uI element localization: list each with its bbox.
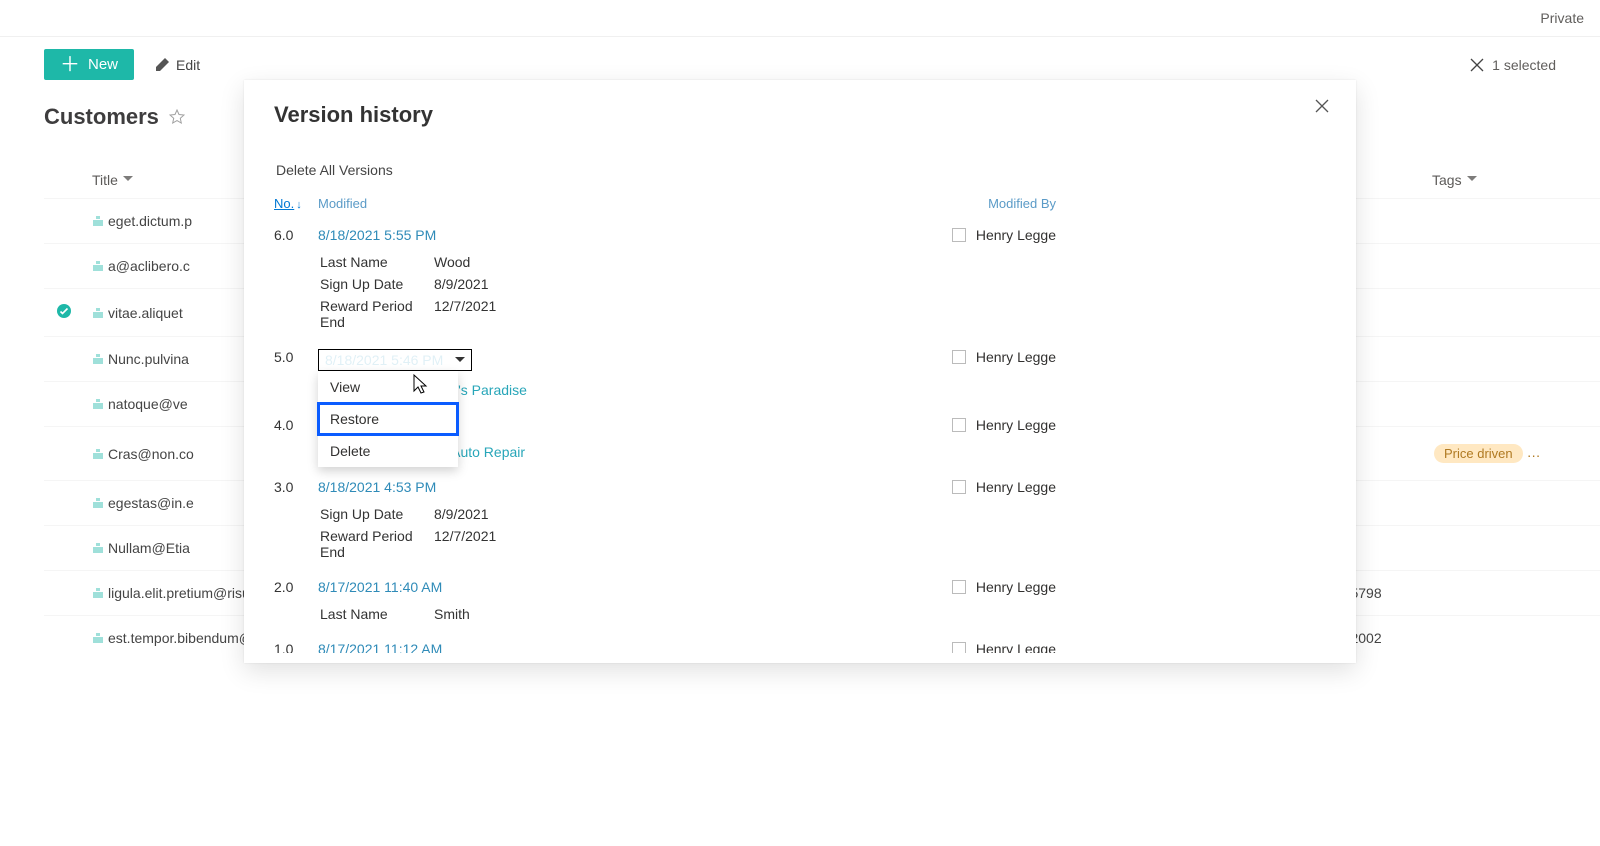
share-icon [92, 215, 104, 227]
selected-count: 1 selected [1492, 57, 1556, 73]
version-row: 1.08/17/2021 11:12 AM Henry Legge [274, 635, 1316, 653]
new-label: New [88, 56, 118, 73]
dialog-title: Version history [274, 102, 1326, 128]
edit-button[interactable]: Edit [154, 57, 200, 73]
detail-key: Last Name [320, 254, 434, 270]
detail-key: Reward Period End [320, 528, 434, 560]
share-icon [92, 398, 104, 410]
menu-restore[interactable]: Restore [318, 403, 458, 435]
tags-cell [1424, 199, 1600, 244]
checked-icon [56, 303, 72, 319]
version-number: 2.0 [274, 579, 318, 595]
version-details: Last NameSmith [320, 603, 1316, 625]
share-icon [92, 587, 104, 599]
tags-cell [1424, 337, 1600, 382]
modified-by: Henry Legge [976, 417, 1056, 433]
version-number: 6.0 [274, 227, 318, 243]
share-icon [92, 497, 104, 509]
col-modified[interactable]: Modified [318, 196, 367, 211]
delete-all-versions-link[interactable]: Delete All Versions [276, 162, 393, 178]
detail-value: 12/7/2021 [434, 528, 496, 560]
version-number: 1.0 [274, 641, 318, 653]
user-checkbox[interactable] [952, 480, 966, 494]
tags-cell [1424, 481, 1600, 526]
detail-value: 8/9/2021 [434, 506, 489, 522]
chevron-down-icon [122, 173, 134, 185]
pencil-icon [154, 57, 170, 73]
version-row: 2.08/17/2021 11:40 AM Henry Legge [274, 573, 1316, 601]
version-date-link[interactable]: 8/17/2021 11:12 AM [318, 641, 442, 653]
version-number: 4.0 [274, 417, 318, 433]
col-no[interactable]: No.↓ [274, 196, 318, 211]
selection-indicator[interactable]: 1 selected [1470, 57, 1556, 73]
version-number: 5.0 [274, 349, 318, 365]
chevron-down-icon [1466, 173, 1478, 185]
favorite-star-icon[interactable] [169, 109, 185, 125]
version-date-link[interactable]: 8/18/2021 5:55 PM [318, 227, 436, 243]
version-list[interactable]: 6.08/18/2021 5:55 PM Henry Legge Last Name… [274, 221, 1326, 653]
menu-view[interactable]: View [318, 371, 458, 403]
share-icon [92, 542, 104, 554]
caret-down-icon [455, 355, 465, 365]
detail-value: 12/7/2021 [434, 298, 496, 330]
version-row: 5.08/18/2021 5:46 PMViewRestoreDelete Hen… [274, 343, 1316, 377]
modified-by: Henry Legge [976, 641, 1056, 653]
version-details: mer's Paradise [320, 379, 1316, 401]
share-icon [92, 260, 104, 272]
version-details: Sign Up Date8/9/2021Reward Period End12/… [320, 503, 1316, 563]
version-row: 6.08/18/2021 5:55 PM Henry Legge [274, 221, 1316, 249]
share-icon [92, 632, 104, 644]
version-dropdown[interactable]: 8/18/2021 5:46 PMViewRestoreDelete [318, 349, 472, 371]
version-details: Last NameWoodSign Up Date8/9/2021Reward … [320, 251, 1316, 333]
user-checkbox[interactable] [952, 418, 966, 432]
user-checkbox[interactable] [952, 642, 966, 653]
share-icon [92, 353, 104, 365]
vh-header-row: No.↓ Modified Modified By [274, 196, 1326, 211]
share-icon [92, 448, 104, 460]
modified-by: Henry Legge [976, 479, 1056, 495]
user-checkbox[interactable] [952, 228, 966, 242]
private-label: Private [1540, 10, 1584, 26]
tags-cell [1424, 526, 1600, 571]
version-details: sy Auto Repair [320, 441, 1316, 463]
version-history-dialog: Version history Delete All Versions No.↓… [244, 80, 1356, 663]
version-action-menu: ViewRestoreDelete [318, 371, 458, 467]
tags-cell [1424, 244, 1600, 289]
detail-key: Last Name [320, 606, 434, 622]
version-date-link[interactable]: 8/17/2021 11:40 AM [318, 579, 442, 595]
modified-by: Henry Legge [976, 227, 1056, 243]
tags-cell: Price drivenFamily manAccessories [1424, 427, 1600, 481]
version-number: 3.0 [274, 479, 318, 495]
modified-by: Henry Legge [976, 579, 1056, 595]
col-modified-by[interactable]: Modified By [988, 196, 1326, 211]
detail-key: Sign Up Date [320, 276, 434, 292]
version-row: 3.08/18/2021 4:53 PM Henry Legge [274, 473, 1316, 501]
tags-cell [1424, 571, 1600, 616]
detail-value: 8/9/2021 [434, 276, 489, 292]
tags-cell [1424, 616, 1600, 661]
menu-delete[interactable]: Delete [318, 435, 458, 467]
user-checkbox[interactable] [952, 350, 966, 364]
version-date-link[interactable]: 8/18/2021 4:53 PM [318, 479, 436, 495]
detail-value: Wood [434, 254, 470, 270]
tags-cell [1424, 289, 1600, 337]
plus-icon: ＋ [60, 58, 80, 72]
detail-value: Smith [434, 606, 470, 622]
share-icon [92, 307, 104, 319]
edit-label: Edit [176, 57, 200, 73]
col-tags[interactable]: Tags [1424, 162, 1600, 199]
tags-cell [1424, 382, 1600, 427]
tag-pill[interactable]: Price driven [1434, 444, 1523, 463]
modified-by: Henry Legge [976, 349, 1056, 365]
version-date-select[interactable]: 8/18/2021 5:46 PM [318, 349, 472, 371]
detail-key: Sign Up Date [320, 506, 434, 522]
close-icon[interactable] [1470, 58, 1484, 72]
privacy-bar: Private [0, 0, 1600, 37]
new-button[interactable]: ＋ New [44, 49, 134, 80]
user-checkbox[interactable] [952, 580, 966, 594]
detail-key: Reward Period End [320, 298, 434, 330]
